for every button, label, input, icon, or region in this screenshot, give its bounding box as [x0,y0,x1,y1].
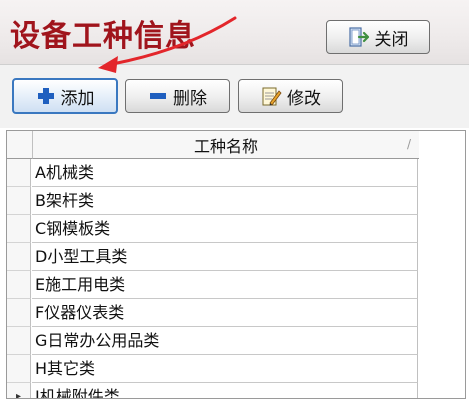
column-resize-glyph-icon: / [406,137,411,151]
delete-button-label: 删除 [173,88,207,109]
grid-empty-area [419,131,465,398]
table-row[interactable]: E施工用电类 [7,271,419,299]
work-type-name-cell[interactable]: A机械类 [32,159,418,187]
row-header[interactable] [7,355,31,383]
work-type-name-cell[interactable]: G日常办公用品类 [32,327,418,355]
work-type-name-cell[interactable]: C钢模板类 [32,215,418,243]
grid-rows: A机械类 B架杆类 C钢模板类 D小型工具类 E施工用电类 F仪器仪表类 G日常办公用品类 H… [7,159,419,398]
work-type-name-cell[interactable]: E施工用电类 [32,271,418,299]
row-header[interactable] [7,215,31,243]
plus-icon [36,86,56,106]
work-type-name-cell[interactable]: F仪器仪表类 [32,299,418,327]
window-title: 设备工种信息 [10,19,196,54]
edit-document-icon [260,85,282,107]
work-type-name-cell[interactable]: D小型工具类 [32,243,418,271]
row-header[interactable] [7,243,31,271]
table-row[interactable]: G日常办公用品类 [7,327,419,355]
edit-button-label: 修改 [287,88,321,109]
row-header[interactable] [7,271,31,299]
row-header[interactable] [7,187,31,215]
minus-icon [148,86,168,106]
row-header[interactable] [7,327,31,355]
add-button-label: 添加 [60,88,95,109]
exit-door-icon [348,27,370,47]
add-button[interactable]: 添加 [12,78,118,114]
work-type-name-cell[interactable]: H其它类 [32,355,418,383]
close-button[interactable]: 关闭 [326,20,430,54]
table-row[interactable]: D小型工具类 [7,243,419,271]
close-button-label: 关闭 [374,29,409,50]
table-row[interactable]: C钢模板类 [7,215,419,243]
delete-button[interactable]: 删除 [125,79,230,113]
table-row[interactable]: F仪器仪表类 [7,299,419,327]
table-row[interactable]: A机械类 [7,159,419,187]
column-header-label: 工种名称 [193,136,258,156]
row-header[interactable] [7,159,31,187]
column-header-work-type-name[interactable]: 工种名称 / [32,131,420,159]
table-row[interactable]: H其它类 [7,355,419,383]
row-header[interactable] [7,299,31,327]
edit-button[interactable]: 修改 [238,79,343,113]
work-type-grid[interactable]: 工种名称 / A机械类 B架杆类 C钢模板类 D小型工具类 E施工用电类 F仪器仪表类 G日… [6,130,466,399]
grid-corner [7,131,32,159]
work-type-name-cell[interactable]: B架杆类 [32,187,418,215]
table-row[interactable]: B架杆类 [7,187,419,215]
